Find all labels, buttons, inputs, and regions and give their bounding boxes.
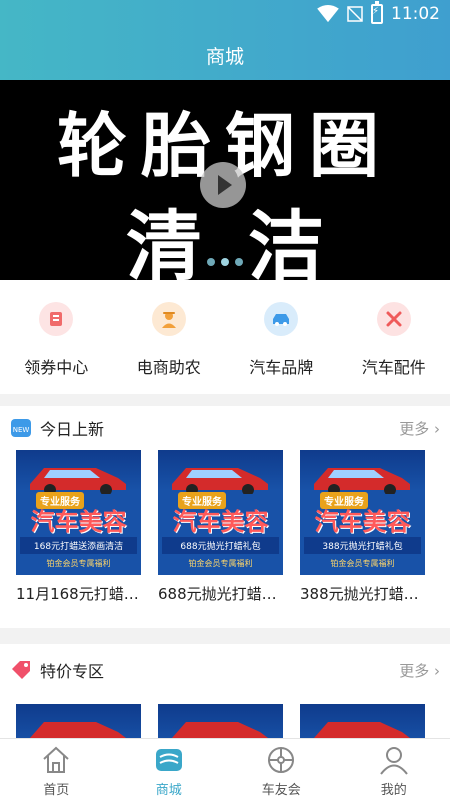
tab-label: 车友会 [261, 783, 301, 798]
poster-footer: 铂金会员专属福利 [330, 559, 395, 568]
tab-club[interactable]: 车友会 [225, 739, 338, 800]
quick-link-label: 电商助农 [136, 358, 201, 377]
battery-icon [371, 1, 383, 24]
product-card[interactable] [300, 704, 425, 738]
new-badge-icon: NEW [11, 419, 31, 437]
price-tag-icon [12, 661, 30, 679]
wifi-icon [317, 5, 339, 23]
today-new-section: NEW 今日上新 更多 › 专业服务 汽车美容 168元打蜡送添画清洁 铂金会员… [0, 406, 450, 628]
car-image-icon [314, 722, 410, 738]
mall-icon [155, 749, 182, 771]
car-image-icon [30, 722, 126, 738]
quick-link-label: 领券中心 [24, 358, 89, 377]
carousel-dot[interactable] [235, 258, 243, 266]
svg-text:NEW: NEW [13, 426, 30, 434]
banner-carousel[interactable]: 轮胎钢圈 清洁 [0, 80, 450, 280]
quick-links: 领券中心 电商助农 汽车品牌 汽车配件 [0, 280, 450, 394]
quick-link-label: 汽车品牌 [249, 358, 314, 377]
product-title: 388元抛光打蜡礼包 [300, 585, 425, 603]
product-card[interactable] [16, 704, 141, 738]
car-image-icon [172, 468, 268, 494]
farmer-icon [151, 302, 186, 336]
product-image: 专业服务 汽车美容 388元抛光打蜡礼包 铂金会员专属福利 [300, 450, 425, 575]
status-bar: 11:02 [0, 0, 450, 30]
special-section: 特价专区 更多 › [0, 644, 450, 738]
quick-link-parts[interactable]: 汽车配件 [338, 280, 450, 394]
carousel-indicator [0, 258, 450, 266]
poster-offer: 688元抛光打蜡礼包 [162, 537, 279, 554]
more-link[interactable]: 更多 › [399, 660, 440, 681]
section-title: 特价专区 [40, 662, 105, 681]
more-label: 更多 [399, 661, 430, 680]
product-title: 688元抛光打蜡礼包 [158, 585, 283, 603]
quick-link-coupon[interactable]: 领券中心 [0, 280, 113, 394]
home-icon [43, 746, 69, 773]
product-image [158, 704, 283, 738]
tools-icon [376, 302, 411, 336]
quick-link-car-brand[interactable]: 汽车品牌 [225, 280, 338, 394]
product-list: 专业服务 汽车美容 168元打蜡送添画清洁 铂金会员专属福利 11月168元打蜡… [0, 450, 450, 604]
page-title: 商城 [0, 30, 450, 80]
poster-footer: 铂金会员专属福利 [188, 559, 253, 568]
poster-headline: 汽车美容 [30, 508, 127, 536]
chevron-right-icon: › [434, 419, 440, 438]
bottom-tab-bar: 首页 商城 车友会 我的 [0, 738, 450, 800]
tab-mall[interactable]: 商城 [113, 739, 226, 800]
product-image [16, 704, 141, 738]
tab-label: 商城 [155, 783, 182, 798]
quick-link-label: 汽车配件 [361, 358, 426, 377]
quick-link-farm[interactable]: 电商助农 [113, 280, 226, 394]
section-title: 今日上新 [40, 420, 105, 439]
tab-label: 首页 [43, 783, 70, 798]
more-link[interactable]: 更多 › [399, 418, 440, 439]
carousel-dot[interactable] [207, 258, 215, 266]
product-title: 11月168元打蜡送添画清洁 [16, 585, 141, 603]
product-card[interactable]: 专业服务 汽车美容 388元抛光打蜡礼包 铂金会员专属福利 388元抛光打蜡礼包 [300, 450, 425, 604]
carousel-dot-active[interactable] [221, 258, 229, 266]
status-time: 11:02 [391, 4, 440, 24]
section-header: NEW 今日上新 更多 › [0, 406, 450, 450]
poster-footer: 铂金会员专属福利 [46, 559, 111, 568]
chevron-right-icon: › [434, 661, 440, 680]
tab-mine[interactable]: 我的 [338, 739, 450, 800]
coupon-icon [39, 302, 74, 336]
poster-headline: 汽车美容 [172, 508, 269, 536]
car-image-icon [172, 722, 268, 738]
car-image-icon [30, 468, 126, 494]
poster-offer: 388元抛光打蜡礼包 [304, 537, 421, 554]
product-list [0, 704, 450, 738]
product-image [300, 704, 425, 738]
tab-label: 我的 [380, 783, 407, 798]
product-image: 专业服务 汽车美容 168元打蜡送添画清洁 铂金会员专属福利 [16, 450, 141, 575]
poster-offer: 168元打蜡送添画清洁 [20, 537, 137, 554]
tab-home[interactable]: 首页 [0, 739, 113, 800]
section-header: 特价专区 更多 › [0, 648, 450, 692]
product-card[interactable]: 专业服务 汽车美容 168元打蜡送添画清洁 铂金会员专属福利 11月168元打蜡… [16, 450, 141, 604]
play-icon[interactable] [200, 162, 246, 208]
car-icon [264, 302, 299, 336]
product-card[interactable] [158, 704, 283, 738]
product-image: 专业服务 汽车美容 688元抛光打蜡礼包 铂金会员专属福利 [158, 450, 283, 575]
wheel-icon [268, 747, 295, 773]
car-image-icon [314, 468, 410, 494]
product-card[interactable]: 专业服务 汽车美容 688元抛光打蜡礼包 铂金会员专属福利 688元抛光打蜡礼包 [158, 450, 283, 604]
user-icon [379, 747, 408, 775]
more-label: 更多 [399, 419, 430, 438]
poster-headline: 汽车美容 [314, 508, 411, 536]
no-signal-icon [347, 6, 363, 22]
